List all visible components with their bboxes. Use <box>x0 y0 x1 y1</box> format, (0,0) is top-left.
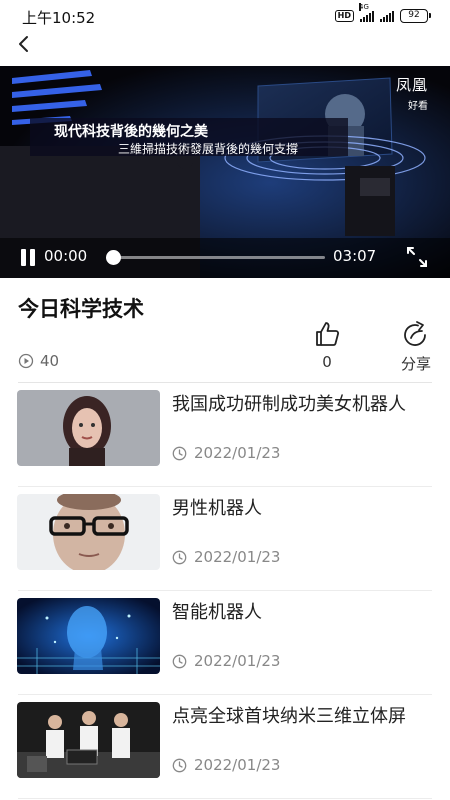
clock-icon <box>172 654 187 668</box>
item-date-text: 2022/01/23 <box>194 444 281 462</box>
battery-icon: 92 <box>400 9 431 23</box>
share-icon <box>404 321 426 346</box>
network-type-label: 4G <box>359 3 369 11</box>
item-title: 点亮全球首块纳米三维立体屏 <box>172 706 406 727</box>
view-count: 40 <box>18 352 59 370</box>
video-subtitle-sub: 三維掃描技術發展背後的幾何支撐 <box>118 142 299 156</box>
item-title: 智能机器人 <box>172 602 262 623</box>
hd-badge: HD <box>334 10 354 22</box>
status-icons: HD 4G 92 <box>334 3 431 24</box>
video-subtitle-main: 现代科技背後的幾何之美 <box>54 124 208 140</box>
list-item[interactable]: 我国成功研制成功美女机器人 2022/01/23 <box>0 383 450 487</box>
item-date: 2022/01/23 <box>172 652 280 670</box>
clock-icon <box>172 550 187 564</box>
thumbs-up-icon <box>316 322 340 346</box>
signal-strength-icon <box>380 10 394 22</box>
item-date: 2022/01/23 <box>172 756 280 774</box>
pause-button[interactable] <box>17 246 39 268</box>
clock-icon <box>172 758 187 772</box>
list-item[interactable]: 智能机器人 2022/01/23 <box>0 591 450 695</box>
back-button[interactable] <box>12 32 36 56</box>
list-item[interactable]: 点亮全球首块纳米三维立体屏 2022/01/23 <box>0 695 450 799</box>
pause-icon <box>21 248 26 266</box>
item-title: 我国成功研制成功美女机器人 <box>172 394 406 415</box>
status-time: 上午10:52 <box>22 9 96 27</box>
video-thumbnail <box>17 494 160 570</box>
total-time: 03:07 <box>333 247 377 265</box>
like-button[interactable]: 0 <box>305 318 349 376</box>
page-title: 今日科学技术 <box>18 297 144 321</box>
share-label: 分享 <box>400 355 431 373</box>
share-button[interactable]: 分享 <box>390 318 442 376</box>
video-thumbnail <box>17 598 160 674</box>
play-count-icon <box>18 353 34 369</box>
clock-icon <box>172 446 187 460</box>
like-count: 0 <box>322 353 332 371</box>
video-thumbnail <box>17 390 160 466</box>
fullscreen-icon <box>407 247 427 267</box>
mobile-signal-icon: 4G <box>359 3 374 22</box>
status-bar: 上午10:52 HD 4G 92 <box>0 0 450 32</box>
chevron-left-icon <box>19 36 28 52</box>
brand-name: 凤凰 <box>395 76 428 94</box>
item-title: 男性机器人 <box>172 498 262 519</box>
video-watermark: 凤凰 好看 <box>396 74 428 112</box>
progress-bar[interactable] <box>106 250 325 265</box>
list-item[interactable]: 男性机器人 2022/01/23 <box>0 487 450 591</box>
brand-sub: 好看 <box>408 101 428 112</box>
item-date: 2022/01/23 <box>172 444 280 462</box>
item-date: 2022/01/23 <box>172 548 280 566</box>
related-video-list: 我国成功研制成功美女机器人 2022/01/23 男性机器人 2022/01/2… <box>0 383 450 799</box>
item-date-text: 2022/01/23 <box>194 652 281 670</box>
video-thumbnail <box>17 702 160 778</box>
view-count-value: 40 <box>40 352 60 370</box>
nav-bar <box>0 32 450 66</box>
item-date-text: 2022/01/23 <box>194 548 281 566</box>
fullscreen-button[interactable] <box>404 244 430 270</box>
item-date-text: 2022/01/23 <box>194 756 281 774</box>
progress-thumb[interactable] <box>106 250 121 265</box>
current-time: 00:00 <box>44 247 88 265</box>
